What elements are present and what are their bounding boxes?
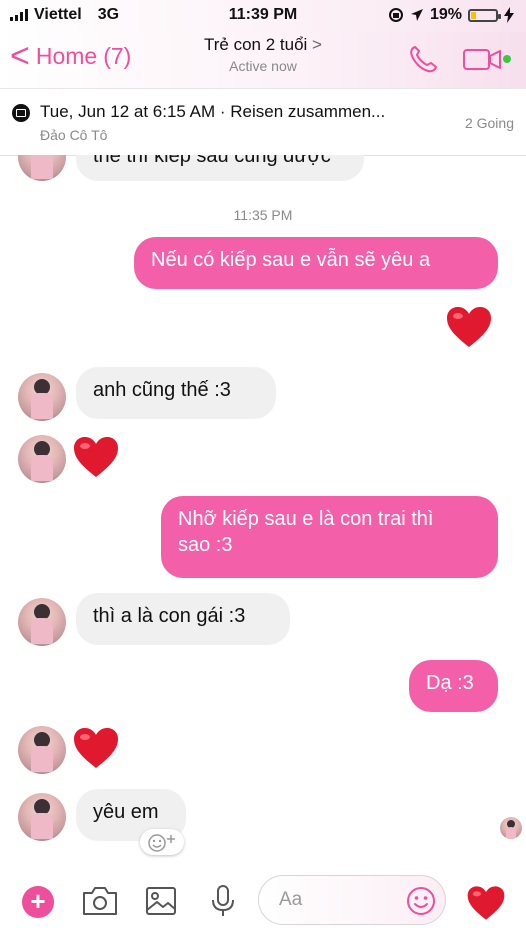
message-text: anh cũng thế :3	[93, 379, 231, 401]
event-location: Đảo Cô Tô	[40, 127, 108, 143]
active-status: Active now	[229, 58, 297, 74]
message-text: thế thì kiếp sau cũng được	[93, 155, 331, 167]
battery-percent: 19%	[429, 6, 462, 23]
microphone-icon[interactable]	[203, 883, 243, 919]
phone-icon[interactable]	[406, 44, 442, 74]
message-text-line-2: sao :3	[178, 534, 233, 556]
image-icon[interactable]	[141, 883, 181, 919]
composer-bar: + Aa	[0, 863, 526, 937]
avatar[interactable]	[18, 435, 66, 483]
contact-name: Trẻ con 2 tuổi	[204, 35, 308, 54]
outgoing-message[interactable]: Dạ :3	[409, 660, 498, 712]
read-receipt-avatar	[500, 817, 522, 839]
battery-icon	[468, 8, 501, 22]
charging-icon	[504, 7, 514, 23]
event-title: Tue, Jun 12 at 6:15 AM · Reisen zusammen…	[40, 102, 386, 121]
avatar[interactable]	[18, 793, 66, 841]
rotation-lock-icon	[388, 8, 403, 22]
message-text: yêu em	[93, 801, 159, 823]
heart-icon[interactable]	[445, 305, 493, 349]
message-text: Dạ :3	[426, 672, 474, 694]
add-reaction-icon	[148, 834, 175, 852]
video-camera-icon[interactable]	[463, 46, 513, 72]
avatar[interactable]	[18, 726, 66, 774]
send-heart-icon[interactable]	[466, 883, 506, 923]
avatar[interactable]	[18, 373, 66, 421]
heart-icon[interactable]	[72, 726, 120, 770]
plus-icon[interactable]: +	[22, 886, 54, 918]
event-banner[interactable]: Tue, Jun 12 at 6:15 AM · Reisen zusammen…	[0, 88, 526, 156]
status-right: 19%	[388, 6, 514, 24]
heart-icon[interactable]	[72, 435, 120, 479]
outgoing-message[interactable]: Nếu có kiếp sau e vẫn sẽ yêu a	[134, 237, 498, 289]
incoming-message[interactable]: anh cũng thế :3	[76, 367, 276, 419]
avatar[interactable]	[18, 155, 66, 181]
message-input-placeholder: Aa	[279, 889, 303, 910]
status-bar: Viettel 3G 11:39 PM 19%	[0, 0, 526, 32]
incoming-message[interactable]: thì a là con gái :3	[76, 593, 290, 645]
smile-icon[interactable]	[405, 885, 437, 917]
incoming-message[interactable]: thế thì kiếp sau cũng được	[76, 155, 364, 181]
battery-fill	[471, 11, 476, 19]
message-text-line-1: Nhỡ kiếp sau e là con trai thì	[178, 508, 434, 530]
message-input[interactable]: Aa	[258, 875, 446, 925]
calendar-icon	[12, 104, 30, 122]
message-timestamp: 11:35 PM	[233, 207, 293, 223]
conversation-title[interactable]: Trẻ con 2 tuổi > Active now	[0, 35, 526, 74]
camera-icon[interactable]	[80, 883, 120, 919]
message-text: Nếu có kiếp sau e vẫn sẽ yêu a	[151, 249, 431, 271]
location-arrow-icon	[410, 9, 423, 21]
message-text: thì a là con gái :3	[93, 605, 246, 627]
event-going-count[interactable]: 2 Going	[465, 115, 514, 131]
nav-bar: < Home (7) Trẻ con 2 tuổi > Active now	[0, 32, 526, 88]
avatar[interactable]	[18, 598, 66, 646]
add-reaction-button[interactable]	[140, 829, 184, 855]
message-list[interactable]: thế thì kiếp sau cũng được 11:35 PM Nếu …	[0, 155, 526, 863]
title-chevron-icon: >	[312, 35, 322, 54]
outgoing-message[interactable]: Nhỡ kiếp sau e là con trai thì sao :3	[161, 496, 498, 578]
